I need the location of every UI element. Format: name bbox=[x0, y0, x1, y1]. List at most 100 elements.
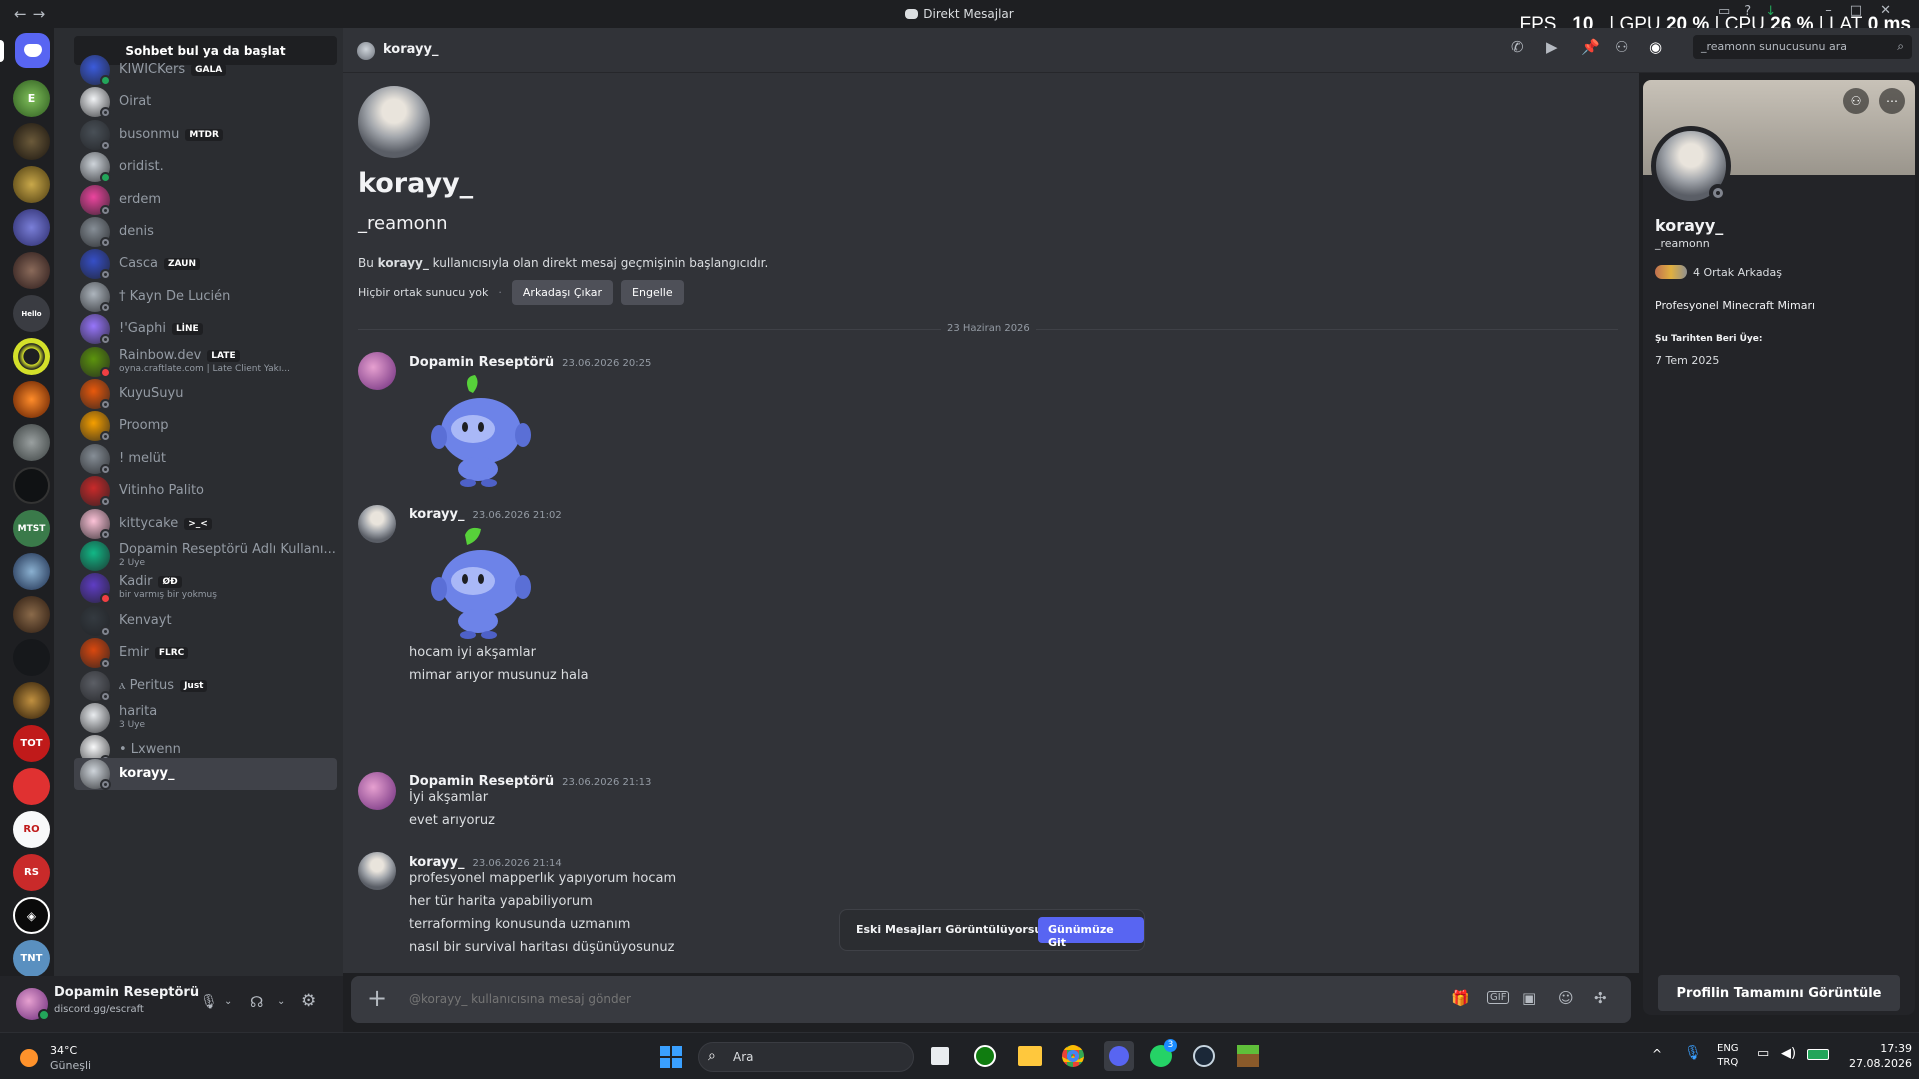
remove-friend-button[interactable]: Arkadaşı Çıkar bbox=[511, 280, 614, 305]
dm-item[interactable]: Dopamin Reseptörü Adlı Kullanı... 2 Üye bbox=[74, 540, 337, 572]
taskbar-search[interactable]: ⌕ Ara bbox=[698, 1042, 914, 1072]
phone-icon[interactable]: ✆ bbox=[1511, 38, 1524, 56]
header-name[interactable]: korayy_ bbox=[383, 42, 438, 57]
dm-item[interactable]: Proomp bbox=[74, 410, 337, 442]
chevron-down-icon[interactable]: ⌄ bbox=[224, 996, 232, 1007]
message-author[interactable]: Dopamin Reseptörü bbox=[409, 355, 554, 370]
video-icon[interactable]: ▶ bbox=[1546, 38, 1558, 56]
message-avatar[interactable] bbox=[358, 772, 396, 810]
home-button[interactable] bbox=[15, 33, 50, 68]
battery-icon[interactable] bbox=[1807, 1049, 1829, 1060]
dm-item[interactable]: KIWICKers GALA bbox=[74, 54, 337, 86]
dm-item[interactable]: Oirat bbox=[74, 86, 337, 118]
dm-item[interactable]: kittycake >_< bbox=[74, 508, 337, 540]
jump-to-present-button[interactable]: Günümüze Git bbox=[1038, 917, 1144, 949]
xbox-icon[interactable] bbox=[974, 1045, 996, 1067]
mic-icon[interactable]: 🎙 bbox=[200, 994, 218, 1010]
message-avatar[interactable] bbox=[358, 852, 396, 890]
tray-chevron-icon[interactable]: ^ bbox=[1652, 1047, 1662, 1061]
gif-icon[interactable]: GIF bbox=[1487, 991, 1510, 1004]
server-icon[interactable] bbox=[13, 338, 50, 375]
server-icon[interactable]: E bbox=[13, 80, 50, 117]
server-icon[interactable] bbox=[13, 639, 50, 676]
task-view-icon[interactable] bbox=[931, 1047, 949, 1065]
chrome-icon[interactable] bbox=[1062, 1045, 1084, 1067]
language-indicator[interactable]: ENG TRQ bbox=[1717, 1042, 1739, 1070]
dm-item[interactable]: Kenvayt bbox=[74, 605, 337, 637]
message-avatar[interactable] bbox=[358, 352, 396, 390]
server-icon[interactable] bbox=[13, 553, 50, 590]
dm-item[interactable]: Casca ZAUN bbox=[74, 248, 337, 280]
discord-taskbar-icon[interactable] bbox=[1104, 1041, 1134, 1071]
server-icon[interactable]: RO bbox=[13, 811, 50, 848]
dm-item[interactable]: Emir FLRC bbox=[74, 637, 337, 669]
server-icon[interactable]: ◈ bbox=[13, 897, 50, 934]
server-icon[interactable]: TOT bbox=[13, 725, 50, 762]
wumpus-sticker[interactable] bbox=[423, 373, 533, 488]
more-icon[interactable]: ⋯ bbox=[1879, 88, 1905, 114]
server-icon[interactable] bbox=[13, 596, 50, 633]
message-line: mimar arıyor musunuz hala bbox=[409, 668, 589, 683]
server-icon[interactable] bbox=[13, 123, 50, 160]
dm-item[interactable]: denis bbox=[74, 216, 337, 248]
dm-item[interactable]: ! melüt bbox=[74, 443, 337, 475]
block-button[interactable]: Engelle bbox=[621, 280, 684, 305]
file-explorer-icon[interactable] bbox=[1018, 1046, 1042, 1066]
clock[interactable]: 17:39 27.08.2026 bbox=[1849, 1041, 1912, 1071]
wumpus-sticker[interactable] bbox=[423, 525, 533, 640]
minecraft-icon[interactable] bbox=[1237, 1045, 1259, 1067]
server-icon[interactable]: Hello bbox=[13, 295, 50, 332]
server-icon[interactable]: TNT bbox=[13, 940, 50, 977]
emoji-icon[interactable]: ☺ bbox=[1558, 989, 1574, 1007]
dm-item[interactable]: Rainbow.dev LATE oyna.craftlate.com | Late… bbox=[74, 346, 337, 378]
steam-icon[interactable] bbox=[1193, 1045, 1215, 1067]
apps-icon[interactable]: ✣ bbox=[1594, 989, 1607, 1007]
dm-item[interactable]: harita 3 Üye bbox=[74, 702, 337, 734]
dm-item[interactable]: KuyuSuyu bbox=[74, 378, 337, 410]
start-button[interactable] bbox=[660, 1046, 682, 1068]
gift-icon[interactable]: 🎁 bbox=[1451, 989, 1470, 1007]
user-name[interactable]: Dopamin Reseptörü bbox=[54, 985, 199, 1000]
profile-toggle-icon[interactable]: ◉ bbox=[1649, 38, 1662, 56]
dm-item[interactable]: oridist. bbox=[74, 151, 337, 183]
server-icon[interactable]: MTST bbox=[13, 510, 50, 547]
server-icon[interactable] bbox=[13, 424, 50, 461]
message-author[interactable]: korayy_ bbox=[409, 507, 464, 522]
message-input[interactable] bbox=[409, 988, 1209, 1010]
message-avatar[interactable] bbox=[358, 505, 396, 543]
server-icon[interactable] bbox=[13, 682, 50, 719]
dm-item[interactable]: ⲁ Peritus Just bbox=[74, 670, 337, 702]
chevron-down-icon[interactable]: ⌄ bbox=[277, 996, 285, 1007]
server-search-input[interactable]: _reamonn sunucusunu ara ⌕ bbox=[1693, 35, 1912, 59]
server-icon[interactable] bbox=[13, 252, 50, 289]
server-icon[interactable] bbox=[13, 381, 50, 418]
server-icon[interactable] bbox=[13, 467, 50, 504]
server-icon[interactable] bbox=[13, 166, 50, 203]
gear-icon[interactable]: ⚙ bbox=[301, 991, 316, 1011]
server-icon[interactable]: RS bbox=[13, 854, 50, 891]
add-friend-icon[interactable]: ⚇ bbox=[1615, 38, 1628, 56]
dm-item[interactable]: † Kayn De Lucién bbox=[74, 281, 337, 313]
volume-icon[interactable]: ◀) bbox=[1781, 1046, 1796, 1061]
dm-item[interactable]: erdem bbox=[74, 184, 337, 216]
sticker-icon[interactable]: ▣ bbox=[1522, 989, 1536, 1007]
view-full-profile-button[interactable]: Profilin Tamamını Görüntüle bbox=[1658, 975, 1900, 1011]
dm-item[interactable]: busonmu MTDR bbox=[74, 119, 337, 151]
dm-item[interactable]: Vitinho Palito bbox=[74, 475, 337, 507]
pin-icon[interactable]: 📌 bbox=[1581, 38, 1600, 56]
weather-widget[interactable]: 34°C Güneşli bbox=[18, 1043, 118, 1073]
dm-item[interactable]: Kadir ØÐ bir varmış bir yokmuş bbox=[74, 572, 337, 604]
dm-item[interactable]: korayy_ bbox=[74, 758, 337, 790]
mic-icon[interactable]: 🎙 bbox=[1684, 1045, 1702, 1061]
dm-item-name: Oirat bbox=[119, 94, 152, 109]
headset-icon[interactable]: ☊ bbox=[250, 993, 263, 1011]
header-avatar[interactable] bbox=[357, 42, 375, 60]
dm-item[interactable]: !'Gaphi LİNE bbox=[74, 313, 337, 345]
intro-avatar[interactable] bbox=[358, 86, 430, 158]
add-friend-icon[interactable]: ⚇ bbox=[1843, 88, 1869, 114]
server-icon[interactable] bbox=[13, 209, 50, 246]
mutual-friends[interactable]: 4 Ortak Arkadaş bbox=[1655, 265, 1782, 279]
network-icon[interactable]: ▭ bbox=[1757, 1046, 1769, 1061]
server-icon[interactable] bbox=[13, 768, 50, 805]
attach-button[interactable]: + bbox=[367, 984, 387, 1012]
